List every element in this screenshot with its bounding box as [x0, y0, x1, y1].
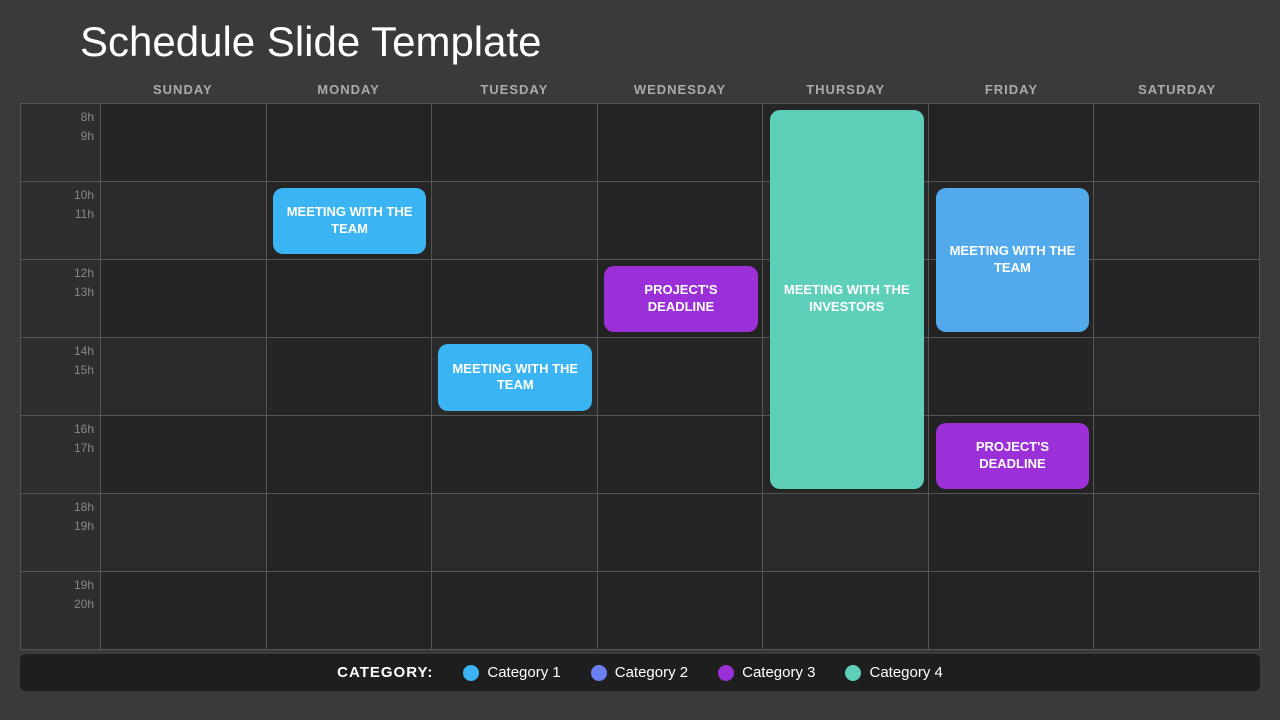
- cell-sun-1: [101, 104, 267, 182]
- cell-sat-6: [1094, 494, 1260, 572]
- cell-wed-7: [598, 572, 764, 650]
- legend-dot-1: [463, 665, 479, 681]
- event-wednesday-deadline[interactable]: PROJECT'S DEADLINE: [604, 266, 758, 332]
- cell-wed-2: [598, 182, 764, 260]
- cell-mon-6: [267, 494, 433, 572]
- cell-tue-7: [432, 572, 598, 650]
- header-tuesday: TUESDAY: [431, 76, 597, 103]
- time-14: 14h 15h: [21, 338, 101, 416]
- legend-dot-3: [718, 665, 734, 681]
- cell-sat-3: [1094, 260, 1260, 338]
- cell-sun-2: [101, 182, 267, 260]
- cell-wed-5: [598, 416, 764, 494]
- cell-mon-7: [267, 572, 433, 650]
- legend-item-3: Category 3: [718, 664, 815, 681]
- header-friday: FRIDAY: [929, 76, 1095, 103]
- event-tuesday-meeting[interactable]: MEETING WITH THE TEAM: [438, 344, 592, 410]
- event-thursday-investors[interactable]: MEETING WITH THE INVESTORS: [770, 110, 924, 489]
- cell-wed-4: [598, 338, 764, 416]
- cell-sun-6: [101, 494, 267, 572]
- cell-sat-2: [1094, 182, 1260, 260]
- event-monday-meeting[interactable]: MEETING WITH THE TEAM: [273, 188, 427, 254]
- cell-tue-2: [432, 182, 598, 260]
- legend-item-2: Category 2: [591, 664, 688, 681]
- cell-fri-1: [929, 104, 1095, 182]
- legend-title: CATEGORY:: [337, 664, 433, 681]
- cell-fri-6: [929, 494, 1095, 572]
- cell-wed-6: [598, 494, 764, 572]
- time-16: 16h 17h: [21, 416, 101, 494]
- header-thursday: THURSDAY: [763, 76, 929, 103]
- cell-sun-5: [101, 416, 267, 494]
- time-8: 8h 9h: [21, 104, 101, 182]
- legend-dot-2: [591, 665, 607, 681]
- header-sunday: SUNDAY: [100, 76, 266, 103]
- calendar-container: SUNDAY MONDAY TUESDAY WEDNESDAY THURSDAY…: [20, 76, 1260, 650]
- legend-dot-4: [845, 665, 861, 681]
- cell-mon-4: [267, 338, 433, 416]
- legend: CATEGORY: Category 1 Category 2 Category…: [20, 654, 1260, 691]
- cell-mon-1: [267, 104, 433, 182]
- time-18: 18h 19h: [21, 494, 101, 572]
- cell-sun-4: [101, 338, 267, 416]
- cell-fri-7: [929, 572, 1095, 650]
- cell-sat-5: [1094, 416, 1260, 494]
- day-headers: SUNDAY MONDAY TUESDAY WEDNESDAY THURSDAY…: [20, 76, 1260, 103]
- cell-tue-1: [432, 104, 598, 182]
- cell-sat-1: [1094, 104, 1260, 182]
- cell-sat-4: [1094, 338, 1260, 416]
- event-friday-deadline[interactable]: PROJECT'S DEADLINE: [936, 423, 1090, 489]
- header-saturday: SATURDAY: [1094, 76, 1260, 103]
- legend-item-4: Category 4: [845, 664, 942, 681]
- cell-tue-6: [432, 494, 598, 572]
- cell-mon-3: [267, 260, 433, 338]
- cell-mon-5: [267, 416, 433, 494]
- cell-wed-1: [598, 104, 764, 182]
- cell-fri-4: [929, 338, 1095, 416]
- page-title: Schedule Slide Template: [0, 0, 1280, 76]
- time-12: 12h 13h: [21, 260, 101, 338]
- cell-thu-7: [763, 572, 929, 650]
- event-friday-meeting[interactable]: MEETING WITH THE TEAM: [936, 188, 1090, 332]
- cell-sun-7: [101, 572, 267, 650]
- header-monday: MONDAY: [266, 76, 432, 103]
- calendar-grid: 8h 9h 10h 11h 12h 13h: [20, 103, 1260, 650]
- time-19: 19h 20h: [21, 572, 101, 650]
- cell-sun-3: [101, 260, 267, 338]
- cell-sat-7: [1094, 572, 1260, 650]
- legend-item-1: Category 1: [463, 664, 560, 681]
- cell-tue-3: [432, 260, 598, 338]
- cell-thu-6: [763, 494, 929, 572]
- header-wednesday: WEDNESDAY: [597, 76, 763, 103]
- time-10: 10h 11h: [21, 182, 101, 260]
- cell-tue-5: [432, 416, 598, 494]
